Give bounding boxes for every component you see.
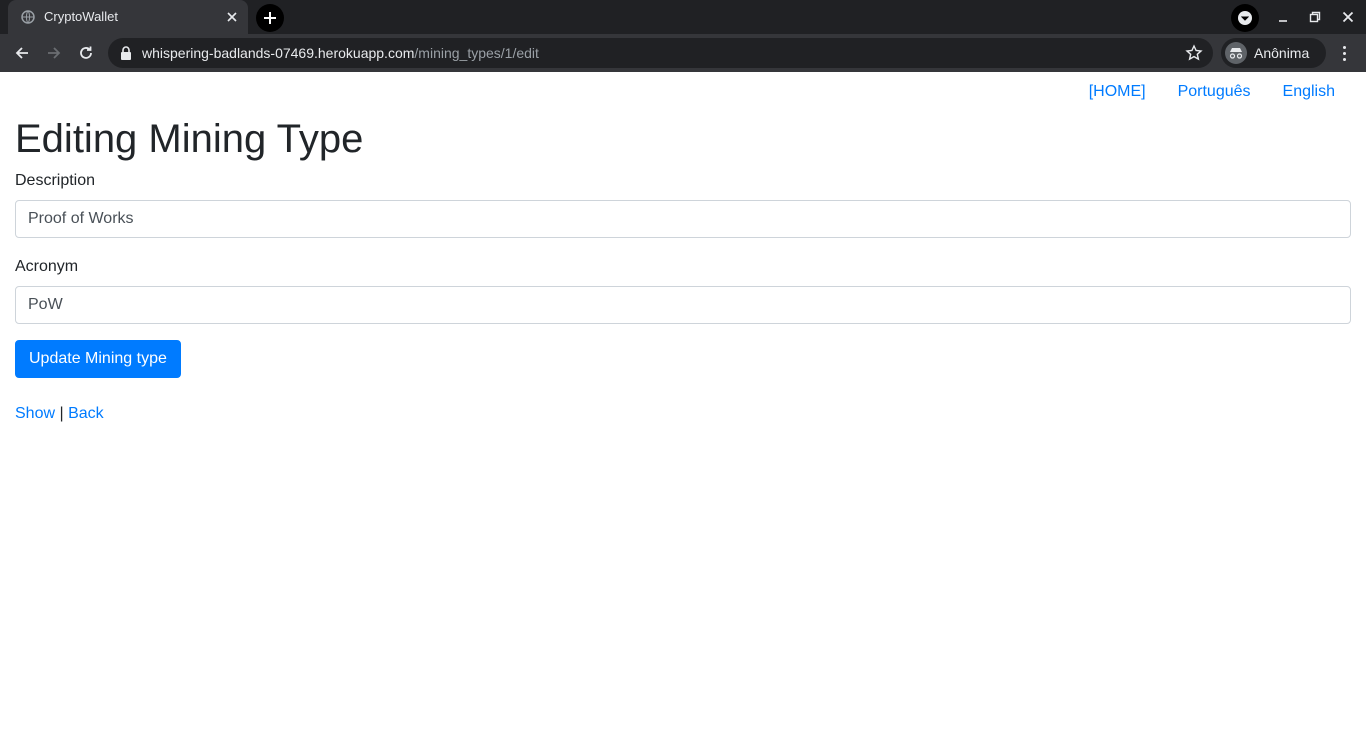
page-title: Editing Mining Type <box>15 117 364 161</box>
new-tab-button[interactable] <box>256 4 284 32</box>
kebab-menu-icon[interactable] <box>1336 43 1352 63</box>
incognito-icon <box>1225 42 1247 64</box>
link-separator: | <box>59 405 64 422</box>
tab-strip: CryptoWallet <box>0 0 1366 34</box>
restore-button[interactable] <box>1307 9 1323 25</box>
bookmark-star-icon[interactable] <box>1185 44 1203 62</box>
globe-icon <box>21 10 35 24</box>
close-window-button[interactable] <box>1340 9 1356 25</box>
profile-label: Anônima <box>1254 45 1310 61</box>
back-button[interactable] <box>12 43 32 63</box>
close-tab-icon[interactable] <box>224 9 240 25</box>
description-label: Description <box>15 172 96 189</box>
language-nav: [HOME] Português English <box>1089 83 1335 101</box>
url-path: /mining_types/1/edit <box>414 45 539 61</box>
tab-title: CryptoWallet <box>44 9 118 24</box>
plus-icon <box>264 12 276 24</box>
tab-search-button[interactable] <box>1231 4 1259 32</box>
address-bar[interactable]: whispering-badlands-07469.herokuapp.com/… <box>108 38 1213 68</box>
url-text[interactable]: whispering-badlands-07469.herokuapp.com/… <box>142 45 539 61</box>
show-link[interactable]: Show <box>15 405 55 422</box>
nav-home-link[interactable]: [HOME] <box>1089 83 1146 101</box>
acronym-label: Acronym <box>15 258 79 275</box>
restore-icon <box>1309 11 1321 23</box>
lock-icon[interactable] <box>120 46 132 60</box>
reload-icon <box>80 46 92 59</box>
nav-portuguese-link[interactable]: Português <box>1178 83 1251 101</box>
minimize-button[interactable] <box>1275 9 1291 25</box>
update-mining-type-button[interactable]: Update Mining type <box>15 340 181 378</box>
arrow-left-icon <box>15 47 28 59</box>
footer-links: Show | Back <box>15 405 104 423</box>
close-icon <box>1342 11 1354 23</box>
arrow-right-icon <box>48 47 61 59</box>
page-content: [HOME] Português English Editing Mining … <box>0 72 1366 741</box>
description-field[interactable] <box>15 200 1351 238</box>
minimize-icon <box>1279 20 1287 22</box>
profile-button[interactable]: Anônima <box>1221 38 1326 68</box>
nav-english-link[interactable]: English <box>1283 83 1335 101</box>
acronym-field[interactable] <box>15 286 1351 324</box>
chevron-down-icon <box>1238 11 1252 25</box>
back-link[interactable]: Back <box>68 405 104 422</box>
browser-toolbar: whispering-badlands-07469.herokuapp.com/… <box>0 34 1366 72</box>
forward-button[interactable] <box>44 43 64 63</box>
url-host: whispering-badlands-07469.herokuapp.com <box>142 45 415 61</box>
browser-tab[interactable]: CryptoWallet <box>8 0 248 34</box>
reload-button[interactable] <box>76 43 96 63</box>
